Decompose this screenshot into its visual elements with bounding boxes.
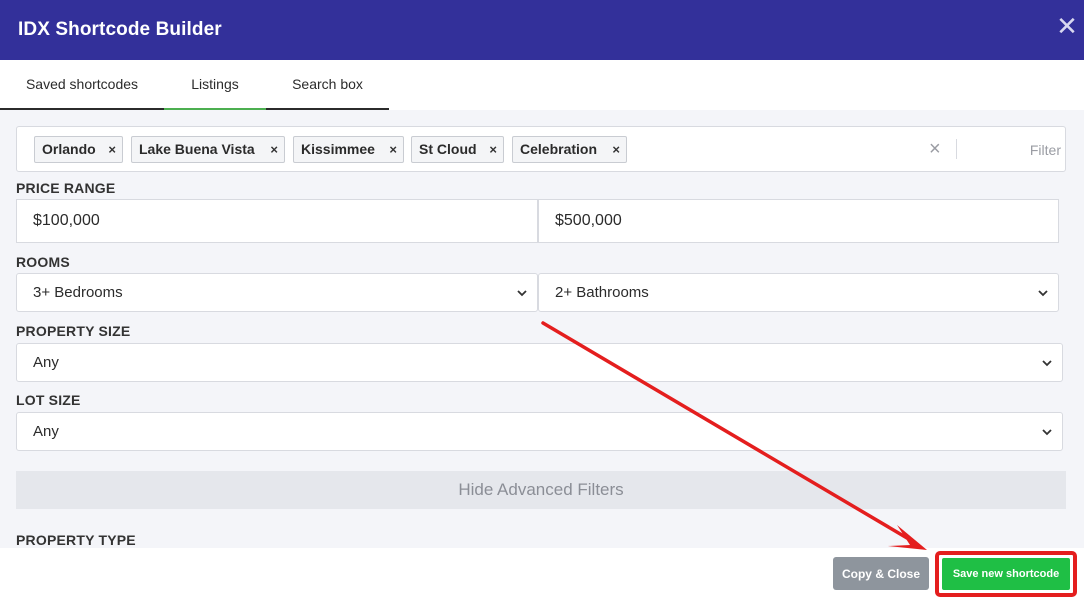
tab-saved-shortcodes[interactable]: Saved shortcodes bbox=[0, 60, 164, 110]
remove-chip-icon[interactable]: × bbox=[612, 137, 620, 162]
city-multiselect[interactable]: Orlando × Lake Buena Vista × Kissimmee ×… bbox=[16, 126, 1066, 172]
remove-chip-icon[interactable]: × bbox=[108, 137, 116, 162]
property-type-label: PROPERTY TYPE bbox=[16, 532, 136, 548]
clear-all-icon[interactable]: × bbox=[929, 137, 941, 161]
city-chip: Orlando × bbox=[34, 136, 123, 163]
remove-chip-icon[interactable]: × bbox=[489, 137, 497, 162]
price-max-input[interactable] bbox=[538, 199, 1059, 243]
bathrooms-select[interactable]: 2+ Bathrooms bbox=[538, 273, 1059, 312]
bedrooms-select[interactable]: 3+ Bedrooms bbox=[16, 273, 538, 312]
close-icon[interactable]: ✕ bbox=[1054, 12, 1080, 40]
city-chip-label: Orlando bbox=[42, 141, 96, 157]
annotation-highlight-box: Save new shortcode bbox=[935, 551, 1077, 597]
price-min-input[interactable] bbox=[16, 199, 538, 243]
remove-chip-icon[interactable]: × bbox=[270, 137, 278, 162]
lot-size-value: Any bbox=[33, 423, 59, 440]
chevron-down-icon bbox=[1038, 290, 1048, 297]
city-chip: Lake Buena Vista × bbox=[131, 136, 285, 163]
rooms-label: ROOMS bbox=[16, 254, 70, 270]
listings-form: Orlando × Lake Buena Vista × Kissimmee ×… bbox=[0, 110, 1084, 548]
tab-listings[interactable]: Listings bbox=[164, 60, 266, 110]
copy-close-button[interactable]: Copy & Close bbox=[833, 557, 929, 590]
city-chip: Celebration × bbox=[512, 136, 627, 163]
hide-advanced-filters-button[interactable]: Hide Advanced Filters bbox=[16, 471, 1066, 509]
city-chip-label: St Cloud bbox=[419, 141, 477, 157]
city-chip-label: Celebration bbox=[520, 141, 598, 157]
bedrooms-value: 3+ Bedrooms bbox=[33, 284, 123, 301]
price-range-label: PRICE RANGE bbox=[16, 180, 116, 196]
city-chip-label: Kissimmee bbox=[301, 141, 375, 157]
bathrooms-value: 2+ Bathrooms bbox=[555, 284, 649, 301]
city-chip: St Cloud × bbox=[411, 136, 504, 163]
save-new-shortcode-button[interactable]: Save new shortcode bbox=[942, 558, 1070, 590]
chevron-down-icon bbox=[1042, 429, 1052, 436]
divider bbox=[956, 139, 957, 159]
property-size-value: Any bbox=[33, 354, 59, 371]
modal-footer: Copy & Close Save new shortcode bbox=[0, 548, 1084, 599]
lot-size-select[interactable]: Any bbox=[16, 412, 1063, 451]
city-chip: Kissimmee × bbox=[293, 136, 404, 163]
property-size-label: PROPERTY SIZE bbox=[16, 323, 131, 339]
chevron-down-icon bbox=[517, 290, 527, 297]
property-size-select[interactable]: Any bbox=[16, 343, 1063, 382]
lot-size-label: LOT SIZE bbox=[16, 392, 81, 408]
tab-bar: Saved shortcodes Listings Search box bbox=[0, 60, 1084, 110]
chevron-down-icon bbox=[1042, 360, 1052, 367]
modal-title: IDX Shortcode Builder bbox=[18, 19, 222, 40]
city-chip-label: Lake Buena Vista bbox=[139, 141, 255, 157]
tab-search-box[interactable]: Search box bbox=[266, 60, 389, 110]
modal-header: IDX Shortcode Builder ✕ bbox=[0, 0, 1084, 60]
remove-chip-icon[interactable]: × bbox=[389, 137, 397, 162]
city-filter-input[interactable] bbox=[967, 139, 1061, 161]
